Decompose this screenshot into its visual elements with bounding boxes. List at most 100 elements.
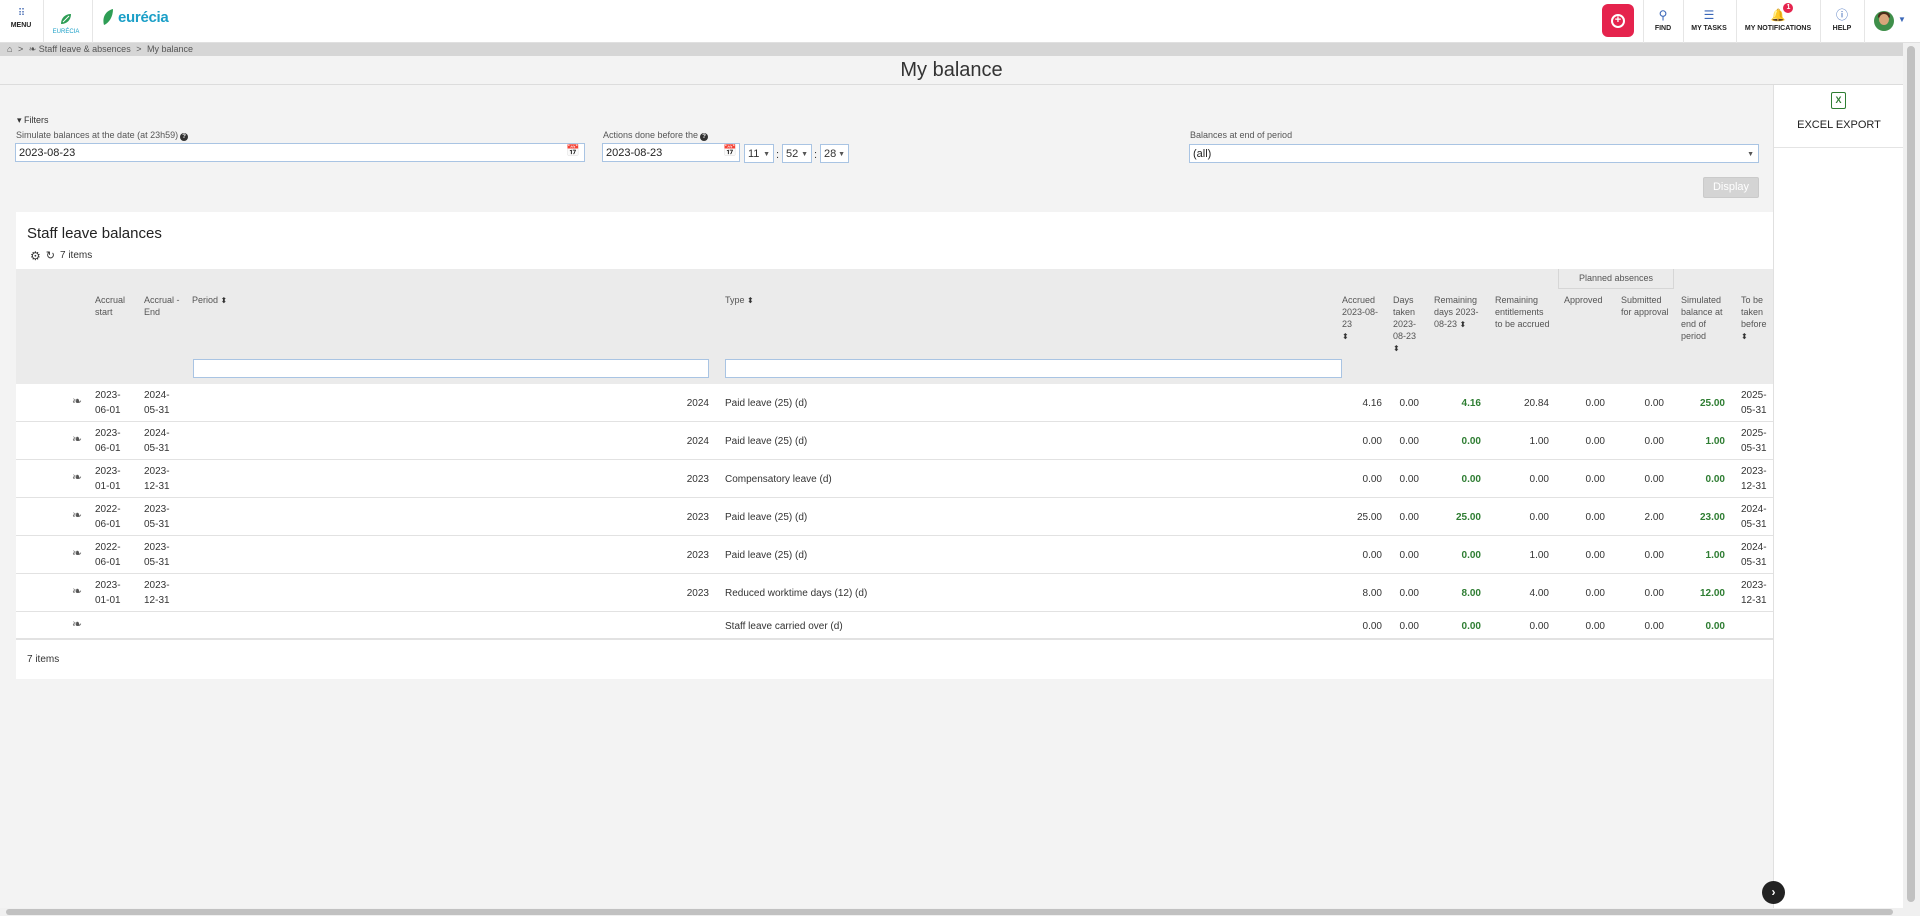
- actions-date-input[interactable]: 2023-08-23: [602, 143, 740, 162]
- table-row[interactable]: ❧ 2022- 06-01 2023- 05-31 2023 Paid leave (25)…: [16, 498, 1773, 536]
- small-logo-text: EURÉCIA: [52, 29, 80, 35]
- help-icon[interactable]: ?: [700, 133, 709, 141]
- entitlements-cell: 4.00: [1529, 588, 1549, 599]
- sort-icon: ⬍: [747, 296, 754, 305]
- calendar-icon[interactable]: 📅: [566, 145, 580, 158]
- brand-logo[interactable]: eurécia: [101, 7, 169, 27]
- col-approved[interactable]: Approved: [1564, 294, 1608, 306]
- minute-value: 52: [786, 148, 799, 160]
- my-tasks-button[interactable]: ☰ MY TASKS: [1690, 8, 1728, 32]
- taken-cell: 0.00: [1399, 474, 1419, 485]
- chevron-down-icon: ▼: [801, 151, 808, 158]
- second-select[interactable]: 28 ▼: [820, 144, 849, 163]
- hour-value: 11: [748, 148, 760, 160]
- minute-select[interactable]: 52 ▼: [782, 144, 812, 163]
- remaining-cell: 25.00: [1455, 512, 1481, 523]
- type-cell: Paid leave (25) (d): [725, 436, 808, 447]
- divider: [1864, 0, 1865, 43]
- simulate-label: Simulate balances at the date (at 23h59)…: [16, 130, 189, 141]
- chevron-down-icon[interactable]: ▼: [1898, 15, 1906, 24]
- taken-cell: 0.00: [1399, 588, 1419, 599]
- period-filter-input[interactable]: [193, 359, 709, 378]
- col-period[interactable]: Period ⬍: [192, 294, 227, 307]
- search-icon: ⚲: [1658, 8, 1668, 22]
- small-logo[interactable]: EURÉCIA: [52, 12, 80, 35]
- col-to-be-taken[interactable]: To be taken before ⬍: [1741, 294, 1773, 343]
- col-simulated[interactable]: Simulated balance at end of period: [1681, 294, 1729, 342]
- simulated-cell: 0.00: [1705, 474, 1725, 485]
- divider: [1736, 0, 1737, 43]
- add-button[interactable]: +: [1602, 4, 1634, 37]
- vertical-scrollbar[interactable]: [1903, 43, 1920, 908]
- leaf-icon: ❧: [72, 394, 83, 408]
- refresh-icon[interactable]: ↻: [46, 250, 55, 261]
- to-be-taken-cell: 2025- 05-31: [1741, 390, 1767, 416]
- chevron-right-icon[interactable]: ›: [1762, 881, 1785, 904]
- second-value: 28: [824, 148, 837, 160]
- col-accrual-start[interactable]: Accrual start: [95, 294, 131, 318]
- sort-icon: ⬍: [220, 296, 228, 305]
- table-row[interactable]: ❧ Staff leave carried over (d) 0.00 0.00 0.0…: [16, 612, 1773, 639]
- table-row[interactable]: ❧ 2023- 06-01 2024- 05-31 2024 Paid leave (25)…: [16, 384, 1773, 422]
- chevron-down-icon: ▼: [763, 151, 770, 158]
- gear-icon[interactable]: ⚙: [30, 250, 41, 262]
- col-remaining-days[interactable]: Remaining days 2023-08-23 ⬍: [1434, 294, 1484, 331]
- col-type-label: Type: [725, 295, 745, 305]
- col-remaining-entitlements[interactable]: Remaining entitlements to be accrued: [1495, 294, 1553, 330]
- page-title: My balance: [900, 59, 1003, 81]
- type-cell: Paid leave (25) (d): [725, 398, 808, 409]
- avatar[interactable]: [1874, 11, 1894, 31]
- divider: [1643, 0, 1644, 43]
- col-simulated-label: Simulated balance at end of period: [1681, 295, 1723, 341]
- remaining-cell: 0.00: [1461, 474, 1481, 485]
- actions-date-value: 2023-08-23: [606, 147, 663, 159]
- home-icon[interactable]: ⌂: [7, 44, 12, 54]
- divider: [43, 0, 44, 43]
- leaf-icon: ❧: [28, 44, 37, 54]
- display-button[interactable]: Display: [1703, 177, 1759, 198]
- divider: [1683, 0, 1684, 43]
- breadcrumb-section[interactable]: Staff leave & absences: [39, 44, 131, 54]
- tasks-icon: ☰: [1703, 8, 1715, 22]
- accrual-start-cell: 2023- 06-01: [95, 428, 121, 454]
- type-cell: Compensatory leave (d): [725, 474, 832, 485]
- period-cell: 2024: [686, 436, 709, 447]
- hour-select[interactable]: 11 ▼: [744, 144, 774, 163]
- balances-select[interactable]: (all) ▼: [1189, 144, 1759, 163]
- table-row[interactable]: ❧ 2022- 06-01 2023- 05-31 2023 Paid leave (25)…: [16, 536, 1773, 574]
- actions-panel: X EXCEL EXPORT: [1773, 85, 1904, 908]
- col-days-taken[interactable]: Days taken 2023-08-23 ⬍: [1393, 294, 1425, 355]
- col-period-label: Period: [192, 295, 219, 305]
- sort-icon: ⬍: [1741, 332, 1748, 341]
- table-row[interactable]: ❧ 2023- 01-01 2023- 12-31 2023 Reduced worktim…: [16, 574, 1773, 612]
- accrual-end-cell: 2023- 12-31: [144, 466, 170, 492]
- time-separator: :: [814, 149, 818, 161]
- chevron-down-icon: ▼: [838, 151, 845, 158]
- type-filter-input[interactable]: [725, 359, 1342, 378]
- simulate-date-input[interactable]: 2023-08-23: [15, 143, 585, 162]
- approved-cell: 0.00: [1585, 588, 1605, 599]
- table-row[interactable]: ❧ 2023- 06-01 2024- 05-31 2024 Paid leave (25)…: [16, 422, 1773, 460]
- find-button[interactable]: ⚲ FIND: [1651, 8, 1675, 32]
- divider: [1774, 147, 1904, 148]
- leaf-icon: ❧: [72, 617, 83, 631]
- type-cell: Paid leave (25) (d): [725, 512, 808, 523]
- col-accrued[interactable]: Accrued 2023-08-23 ⬍: [1342, 294, 1382, 343]
- table-row[interactable]: ❧ 2023- 01-01 2023- 12-31 2023 Compensatory le…: [16, 460, 1773, 498]
- scrollbar-thumb[interactable]: [1907, 46, 1915, 902]
- my-notifications-button[interactable]: 🔔 1 MY NOTIFICATIONS: [1744, 3, 1812, 32]
- period-cell: 2023: [686, 550, 709, 561]
- col-accrual-end[interactable]: Accrual - End: [144, 294, 180, 318]
- help-button[interactable]: ⓘ HELP: [1829, 8, 1855, 32]
- bell-icon: 🔔 1: [1771, 3, 1794, 22]
- help-icon[interactable]: ?: [180, 133, 189, 141]
- horizontal-scrollbar[interactable]: [0, 908, 1920, 916]
- calendar-icon[interactable]: 📅: [723, 145, 737, 158]
- col-type[interactable]: Type ⬍: [725, 294, 754, 307]
- find-label: FIND: [1654, 25, 1672, 32]
- menu-button[interactable]: ⠿ MENU: [8, 9, 34, 30]
- col-submitted[interactable]: Submitted for approval: [1621, 294, 1669, 318]
- scrollbar-thumb[interactable]: [6, 909, 1893, 915]
- filters-toggle[interactable]: ▾ Filters: [17, 115, 49, 126]
- type-cell: Reduced worktime days (12) (d): [725, 588, 868, 599]
